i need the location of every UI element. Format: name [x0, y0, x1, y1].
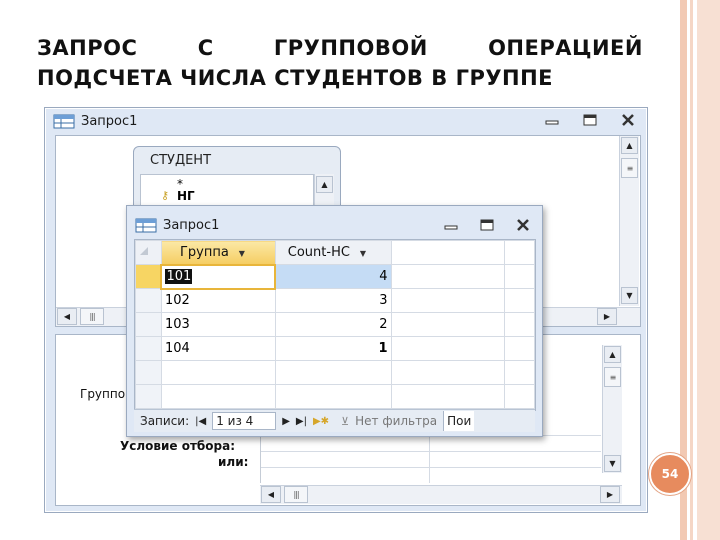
- empty-cell: [390, 264, 506, 289]
- minimize-icon[interactable]: [440, 217, 462, 233]
- filter-status[interactable]: Нет фильтра: [355, 414, 437, 428]
- maximize-icon[interactable]: [579, 112, 601, 128]
- empty-cell: [274, 384, 392, 409]
- title-word: ГРУППОВОЙ: [273, 36, 428, 60]
- empty-cell: [160, 384, 276, 409]
- empty-cell: [504, 360, 535, 385]
- dropdown-icon[interactable]: ▼: [239, 249, 245, 258]
- slide-title: ЗАПРОС С ГРУППОВОЙ ОПЕРАЦИЕЙ ПОДСЧЕТА ЧИСЛА…: [37, 33, 643, 93]
- scroll-thumb[interactable]: ≡: [604, 367, 621, 387]
- record-navigation-bar: Записи: |◀ 1 из 4 ▶ ▶| ▶✱ ⊻ Нет фильтра …: [134, 409, 535, 432]
- datasheet-window[interactable]: Запрос1 Группа ▼ Count-НС ▼ 101 4 102 3 …: [126, 205, 543, 437]
- new-record-icon[interactable]: ▶✱: [313, 416, 329, 427]
- empty-column-header: [504, 240, 535, 265]
- query-icon: [53, 113, 75, 129]
- lower-horizontal-scrollbar[interactable]: ◀ ||| ▶: [260, 485, 622, 504]
- decor-stripe: [697, 0, 720, 540]
- table-row-new[interactable]: [135, 360, 535, 385]
- empty-cell: [274, 360, 392, 385]
- upper-vertical-scrollbar[interactable]: ▲ ≡ ▼: [619, 136, 639, 306]
- row-selector[interactable]: [135, 336, 162, 361]
- label-or: или:: [218, 455, 249, 469]
- empty-cell: [504, 288, 535, 313]
- first-record-icon[interactable]: |◀: [195, 416, 206, 427]
- row-selector[interactable]: [135, 312, 162, 337]
- query-icon: [135, 217, 157, 233]
- column-header-group[interactable]: Группа ▼: [160, 240, 276, 265]
- datasheet-grid[interactable]: Группа ▼ Count-НС ▼ 101 4 102 3 103 2 10…: [134, 239, 536, 411]
- title-word: ЗАПРОС: [37, 36, 138, 60]
- next-record-icon[interactable]: ▶: [282, 416, 290, 427]
- row-selector[interactable]: [135, 360, 162, 385]
- row-selector[interactable]: [135, 384, 162, 409]
- scroll-left-icon[interactable]: ◀: [57, 308, 77, 325]
- window-titlebar[interactable]: Запрос1: [45, 108, 647, 134]
- close-icon[interactable]: [512, 217, 534, 233]
- record-position-input[interactable]: 1 из 4: [212, 412, 277, 430]
- label-criteria: Условие отбора:: [120, 439, 236, 453]
- scroll-up-icon[interactable]: ▲: [604, 346, 621, 363]
- window-title: Запрос1: [163, 217, 220, 233]
- cell-count[interactable]: 3: [274, 288, 392, 313]
- cell-count[interactable]: 1: [274, 336, 392, 361]
- maximize-icon[interactable]: [476, 217, 498, 233]
- title-line-2: ПОДСЧЕТА ЧИСЛА СТУДЕНТОВ В ГРУППЕ: [37, 66, 554, 90]
- table-row[interactable]: 101 4: [135, 263, 535, 290]
- table-row[interactable]: 102 3: [135, 288, 535, 313]
- search-input[interactable]: Пои: [443, 411, 475, 431]
- dropdown-icon[interactable]: ▼: [360, 249, 366, 258]
- empty-cell: [390, 336, 506, 361]
- cell-count[interactable]: 2: [274, 312, 392, 337]
- scroll-down-icon[interactable]: ▼: [604, 455, 621, 472]
- table-row-new[interactable]: [135, 384, 535, 409]
- scroll-thumb[interactable]: |||: [80, 308, 104, 325]
- column-header-count[interactable]: Count-НС ▼: [274, 240, 392, 265]
- cell-count[interactable]: 4: [274, 264, 392, 289]
- last-record-icon[interactable]: ▶|: [296, 416, 307, 427]
- table-row[interactable]: 103 2: [135, 312, 535, 337]
- table-row[interactable]: 104 1: [135, 336, 535, 361]
- empty-cell: [504, 264, 535, 289]
- row-selector[interactable]: [135, 264, 162, 289]
- scroll-down-icon[interactable]: ▼: [621, 287, 638, 304]
- close-icon[interactable]: [617, 112, 639, 128]
- empty-cell: [504, 312, 535, 337]
- empty-cell: [390, 360, 506, 385]
- title-word: ОПЕРАЦИЕЙ: [488, 36, 643, 60]
- lower-vertical-scrollbar[interactable]: ▲ ≡ ▼: [602, 345, 622, 473]
- title-word: С: [197, 36, 214, 60]
- empty-cell: [504, 384, 535, 409]
- label-group: Группо: [80, 387, 126, 401]
- empty-cell: [390, 312, 506, 337]
- scroll-up-icon[interactable]: ▲: [316, 176, 333, 193]
- records-label: Записи:: [140, 414, 190, 428]
- scroll-thumb[interactable]: ≡: [621, 158, 638, 178]
- title-line-1: ЗАПРОС С ГРУППОВОЙ ОПЕРАЦИЕЙ: [37, 33, 643, 63]
- table-box-title[interactable]: СТУДЕНТ: [150, 153, 211, 168]
- scroll-right-icon[interactable]: ▶: [597, 308, 617, 325]
- scroll-left-icon[interactable]: ◀: [261, 486, 281, 503]
- empty-cell: [160, 360, 276, 385]
- window-title: Запрос1: [81, 113, 138, 129]
- page-number-badge: 54: [649, 453, 691, 495]
- cell-group[interactable]: 103: [160, 312, 276, 337]
- field-item-ng[interactable]: НГ: [177, 189, 195, 203]
- scroll-right-icon[interactable]: ▶: [600, 486, 620, 503]
- cell-group[interactable]: 102: [160, 288, 276, 313]
- scroll-up-icon[interactable]: ▲: [621, 137, 638, 154]
- cell-group[interactable]: 101: [160, 263, 277, 290]
- results-table: Группа ▼ Count-НС ▼ 101 4 102 3 103 2 10…: [135, 240, 535, 409]
- empty-cell: [390, 384, 506, 409]
- row-selector[interactable]: [135, 288, 162, 313]
- empty-column-header: [390, 240, 506, 265]
- cell-group[interactable]: 104: [160, 336, 276, 361]
- table-header-row: Группа ▼ Count-НС ▼: [135, 240, 535, 265]
- minimize-icon[interactable]: [541, 112, 563, 128]
- empty-cell: [504, 336, 535, 361]
- scroll-thumb[interactable]: |||: [284, 486, 308, 503]
- filter-icon[interactable]: ⊻: [341, 415, 349, 428]
- empty-cell: [390, 288, 506, 313]
- key-icon: ⚷: [161, 189, 170, 202]
- select-all-corner[interactable]: [135, 240, 162, 265]
